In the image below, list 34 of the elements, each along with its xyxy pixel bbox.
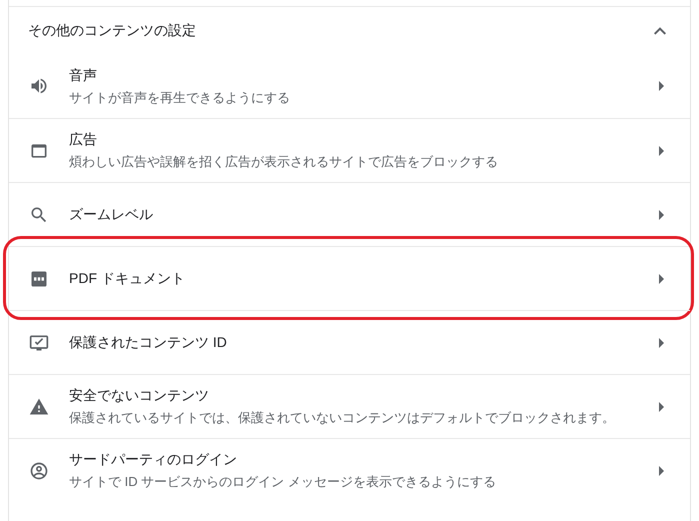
settings-row[interactable]: 安全でないコンテンツ 保護されているサイトでは、保護されていないコンテンツはデフォルトでブロックされます。 [9, 374, 690, 438]
pdf-file-icon [29, 268, 49, 288]
arrow-right-icon [659, 81, 664, 91]
row-title: 広告 [69, 130, 98, 150]
row-description: 保護されているサイトでは、保護されていないコンテンツはデフォルトでブロックされます。 [69, 409, 616, 428]
row-title: 音声 [69, 66, 98, 85]
section-header[interactable]: その他のコンテンツの設定 [9, 7, 690, 54]
arrow-right-icon [659, 466, 664, 476]
section-title: その他のコンテンツの設定 [28, 21, 196, 40]
row-description: 煩わしい広告や誤解を招く広告が表示されるサイトで広告をブロックする [69, 153, 499, 172]
arrow-right-icon [659, 210, 664, 220]
arrow-right-icon [659, 274, 664, 284]
row-title: ズームレベル [69, 205, 154, 224]
row-description: サイトで ID サービスからのログイン メッセージを表示できるようにする [69, 473, 497, 492]
settings-row[interactable]: 音声 サイトが音声を再生できるようにする [9, 54, 690, 118]
settings-row[interactable]: PDF ドキュメント [9, 246, 690, 310]
row-description: サイトが音声を再生できるようにする [69, 88, 291, 107]
speaker-icon [29, 76, 49, 96]
settings-row[interactable]: サードパーティのログイン サイトで ID サービスからのログイン メッセージを表示できるようにする [9, 438, 690, 502]
row-title: 保護されたコンテンツ ID [69, 333, 228, 352]
chevron-up-icon [654, 26, 666, 34]
search-icon [29, 204, 49, 224]
settings-row[interactable]: 広告 煩わしい広告や誤解を招く広告が表示されるサイトで広告をブロックする [9, 118, 690, 182]
warning-icon [29, 396, 49, 416]
row-title: PDF ドキュメント [69, 269, 186, 288]
row-title: 安全でないコンテンツ [69, 386, 210, 406]
monitor-check-icon [29, 332, 49, 352]
arrow-right-icon [659, 146, 664, 156]
account-icon [29, 460, 49, 480]
row-title: サードパーティのログイン [69, 450, 238, 470]
arrow-right-icon [659, 402, 664, 412]
settings-row[interactable]: ズームレベル [9, 182, 690, 246]
arrow-right-icon [659, 338, 664, 348]
settings-row[interactable]: 保護されたコンテンツ ID [9, 310, 690, 374]
